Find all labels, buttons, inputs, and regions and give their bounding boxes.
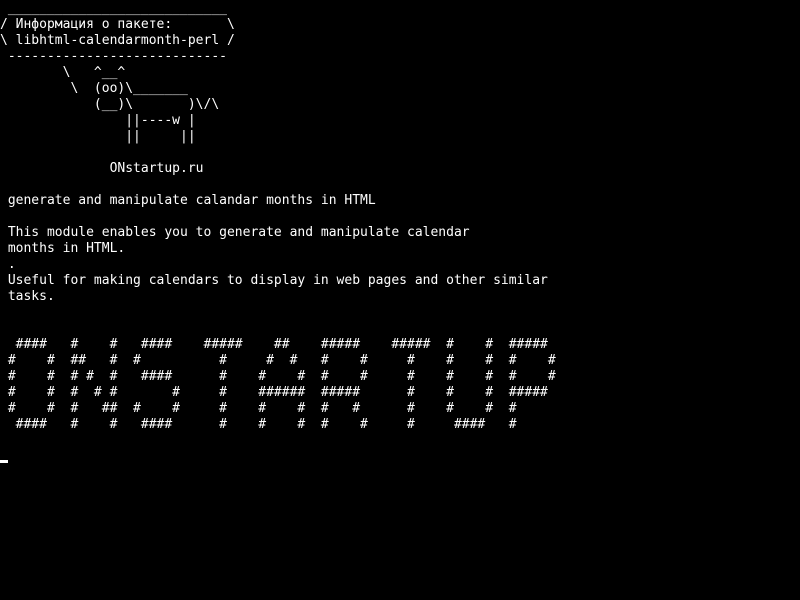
text-cursor	[0, 460, 8, 463]
package-summary: generate and manipulate calandar months …	[0, 193, 376, 208]
site-name: ONstartup.ru	[0, 161, 204, 176]
cowsay-package-info: ____________________________ / Информаци…	[0, 1, 235, 144]
terminal-screen[interactable]: ____________________________ / Информаци…	[0, 0, 800, 600]
package-description: This module enables you to generate and …	[7, 225, 548, 304]
ascii-banner: #### # # #### ##### ## ##### ##### # # #…	[7, 337, 556, 432]
